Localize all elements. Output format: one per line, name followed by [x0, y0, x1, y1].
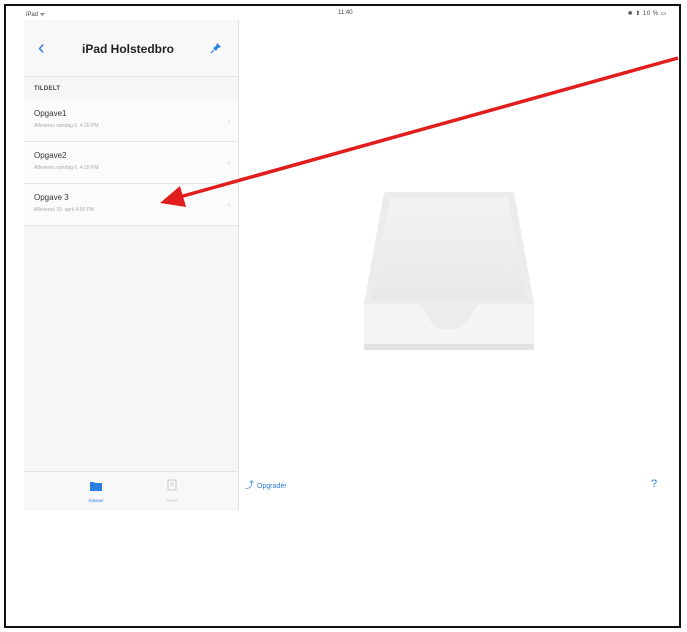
upgrade-button[interactable]: ⤴ Opgradér	[245, 478, 287, 491]
list-item[interactable]: Opgave2 Afleveres søndag 6. 4.20 PM ›	[24, 142, 238, 184]
battery-indicator: ✱ ⬆ 10 % ▭	[627, 11, 667, 17]
tab-bar: Klasser Noter	[24, 471, 238, 511]
item-title: Opgave2	[34, 151, 67, 160]
item-title: Opgave 3	[34, 193, 69, 202]
list-item[interactable]: Opgave1 Afleveres søndag 6. 4.20 PM ›	[24, 100, 238, 142]
tab-label: Klasser	[88, 498, 104, 503]
sidebar-nav-bar: ‹ iPad Holstedbro	[24, 20, 238, 77]
clock: 11:40	[338, 10, 353, 16]
sidebar: ‹ iPad Holstedbro TILDELT Opgave1 Afleve…	[24, 20, 239, 511]
page-title: iPad Holstedbro	[82, 42, 175, 56]
item-subtitle: Afleveres søndag 6. 4.20 PM	[34, 123, 99, 129]
item-title: Opgave1	[34, 109, 67, 118]
item-subtitle: Afleveres søndag 6. 4.20 PM	[34, 165, 99, 171]
empty-tray-illustration	[364, 192, 534, 350]
assignment-list: Opgave1 Afleveres søndag 6. 4.20 PM › Op…	[24, 100, 238, 226]
device-label: iPad ᯤ	[26, 12, 46, 18]
tab-noter[interactable]: Noter	[152, 478, 192, 503]
screenshot-frame: iPad ᯤ 11:40 ✱ ⬆ 10 % ▭ ‹ iPad Holstedbr…	[4, 4, 681, 628]
chevron-right-icon: ›	[227, 158, 230, 167]
list-item[interactable]: Opgave 3 Afleveres 19. april 4.00 PM ›	[24, 184, 238, 226]
folder-icon	[90, 482, 102, 491]
pin-icon[interactable]	[210, 42, 222, 54]
tab-klasser[interactable]: Klasser	[76, 478, 116, 503]
help-button[interactable]: ?	[651, 478, 657, 490]
chevron-right-icon: ›	[227, 116, 230, 125]
upgrade-icon: ⤴	[245, 480, 255, 490]
chevron-right-icon: ›	[227, 200, 230, 209]
chevron-left-icon[interactable]: ‹	[38, 38, 45, 58]
item-subtitle: Afleveres 19. april 4.00 PM	[34, 207, 95, 213]
tab-label: Noter	[166, 498, 178, 503]
section-header: TILDELT	[34, 86, 61, 92]
upgrade-label: Opgradér	[257, 483, 287, 490]
notes-icon	[167, 479, 177, 491]
